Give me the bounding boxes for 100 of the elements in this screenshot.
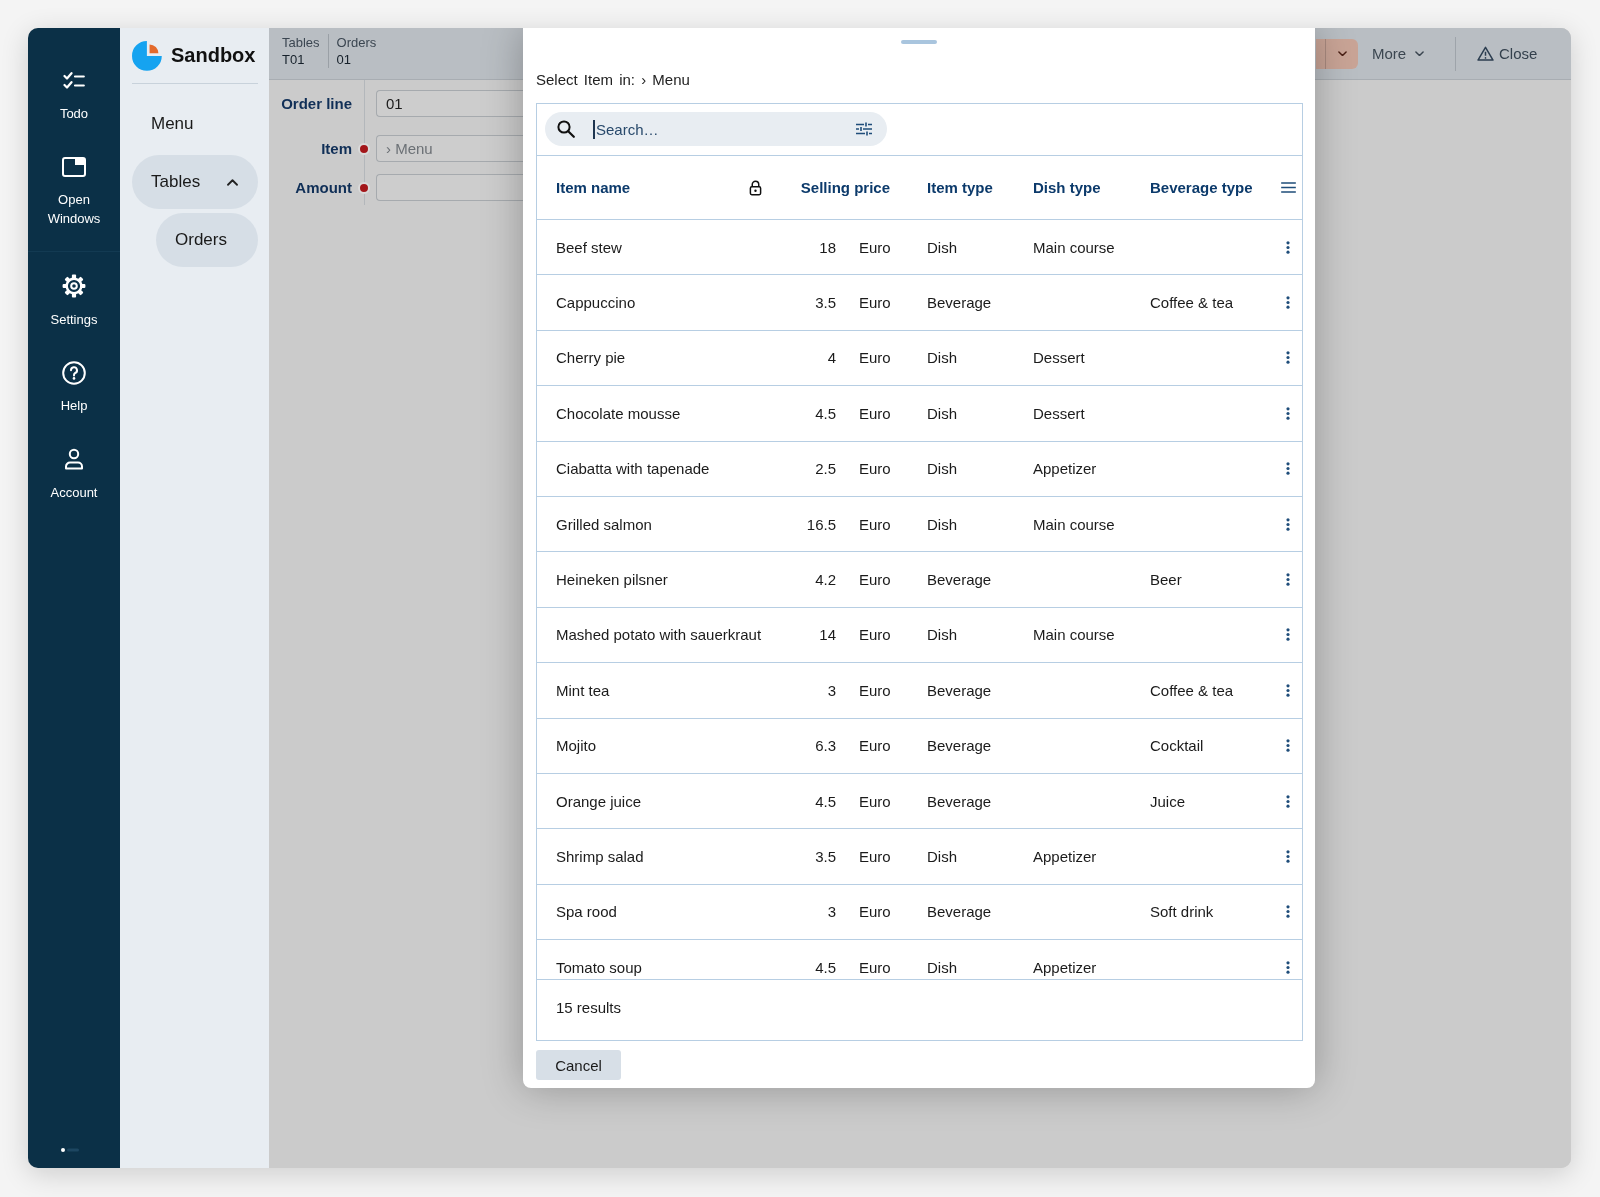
table-cell: 4.5 — [815, 958, 836, 976]
sidebar-item[interactable]: Todo — [28, 52, 120, 139]
table-cell: 3 — [827, 681, 836, 699]
table-cell: Beverage — [927, 903, 992, 921]
breadcrumb-item[interactable]: Tables T01 — [282, 34, 328, 68]
three-dots-icon[interactable] — [1286, 905, 1290, 919]
person-icon — [64, 448, 84, 470]
table-cell: Mint tea — [556, 681, 610, 699]
table-cell: Shrimp salad — [556, 848, 644, 865]
dialog-title: Select Item in: › Menu — [536, 70, 690, 89]
three-dots-icon[interactable] — [1286, 794, 1290, 808]
close-button[interactable]: Close — [1461, 37, 1550, 70]
drag-handle[interactable] — [901, 40, 937, 44]
nav-item[interactable]: Tables — [132, 155, 258, 209]
table-cell: Spa rood — [556, 903, 617, 921]
three-dots-icon[interactable] — [1286, 628, 1290, 642]
three-dots-icon[interactable] — [1286, 462, 1290, 476]
table-cell: Dish — [927, 349, 957, 367]
nav-item[interactable]: Menu — [132, 97, 258, 151]
table-cell: Euro — [859, 792, 891, 810]
table-cell: Ciabatta with tapenade — [556, 460, 710, 478]
menu-icon[interactable] — [1280, 182, 1296, 193]
table-cell: Euro — [859, 349, 891, 367]
checklist-icon — [63, 71, 85, 89]
column-header[interactable]: Item type — [927, 179, 993, 196]
caret-down-icon — [1415, 50, 1425, 57]
table-cell: 18 — [819, 238, 836, 256]
nav-item[interactable]: Orders — [156, 213, 258, 267]
app-name: Sandbox — [171, 44, 256, 67]
column-header[interactable]: Dish type — [1033, 179, 1101, 196]
three-dots-icon[interactable] — [1286, 406, 1290, 420]
column-header[interactable]: Beverage type — [1150, 179, 1253, 196]
table-cell: Beef stew — [556, 238, 622, 256]
table-cell: 4.2 — [815, 571, 836, 589]
table-cell: Soft drink — [1150, 903, 1214, 921]
table-cell: Euro — [859, 737, 891, 755]
table-cell: Juice — [1150, 792, 1186, 810]
table-cell: Beverage — [927, 294, 992, 312]
table-cell: Euro — [859, 903, 891, 921]
caret-down-icon — [1337, 50, 1347, 57]
input-field[interactable]: › Menu — [376, 135, 523, 162]
table-cell: Dish — [927, 238, 957, 256]
help-icon — [62, 360, 86, 385]
sidebar-item[interactable]: Account — [28, 431, 120, 518]
sidebar-item[interactable]: Settings — [28, 258, 120, 345]
dropdown-toggle[interactable] — [1316, 38, 1358, 69]
table-cell: Dish — [927, 958, 957, 976]
three-dots-icon[interactable] — [1286, 960, 1290, 974]
result-count: 15 results — [556, 998, 622, 1017]
input-field[interactable]: 01 — [376, 90, 523, 117]
three-dots-icon[interactable] — [1286, 739, 1290, 753]
table-cell: Cherry pie — [556, 349, 626, 367]
table-cell: Coffee & tea — [1150, 294, 1234, 312]
breadcrumb-item[interactable]: Orders 01 — [327, 34, 385, 68]
table-cell: Beverage — [927, 571, 992, 589]
table-cell: Appetizer — [1033, 848, 1097, 865]
table-cell: Cocktail — [1150, 737, 1204, 755]
table-cell: Beverage — [927, 737, 992, 755]
table-cell: Euro — [859, 571, 891, 589]
three-dots-icon[interactable] — [1286, 240, 1290, 254]
table-cell: Beer — [1150, 571, 1182, 589]
table-cell: Euro — [859, 848, 891, 865]
table-cell: Main course — [1033, 238, 1115, 256]
window-icon — [62, 156, 86, 177]
three-dots-icon[interactable] — [1286, 683, 1290, 697]
table-cell: Beverage — [927, 792, 992, 810]
table-cell: Euro — [859, 626, 891, 644]
column-header[interactable]: Selling price — [800, 179, 890, 196]
table-cell: Dessert — [1033, 349, 1085, 367]
table-cell: Euro — [859, 238, 891, 256]
sidebar-item[interactable]: Help — [28, 344, 120, 431]
search-input[interactable]: Search… — [595, 117, 856, 141]
pie-chart-icon — [132, 40, 162, 71]
table-cell: Dessert — [1033, 404, 1085, 422]
three-dots-icon[interactable] — [1286, 850, 1290, 863]
three-dots-icon[interactable] — [1286, 517, 1290, 531]
table-cell: Main course — [1033, 626, 1115, 644]
sidebar-item[interactable]: Open Windows — [28, 138, 120, 244]
sliders-icon[interactable] — [856, 122, 872, 136]
table-cell: 4 — [827, 349, 836, 367]
table-cell: Euro — [859, 404, 891, 422]
table-cell: Orange juice — [556, 792, 642, 810]
more-button[interactable]: More — [1364, 37, 1450, 70]
table-cell: Euro — [859, 515, 891, 533]
table-cell: 3.5 — [815, 294, 836, 312]
table-cell: 16.5 — [806, 515, 836, 533]
table-cell: Coffee & tea — [1150, 681, 1234, 699]
cancel-button[interactable]: Cancel — [536, 1050, 621, 1080]
three-dots-icon[interactable] — [1286, 296, 1290, 310]
three-dots-icon[interactable] — [1286, 573, 1290, 587]
table-cell: Tomato soup — [556, 958, 642, 976]
table-cell: Grilled salmon — [556, 515, 652, 533]
column-header[interactable]: Item name — [556, 179, 631, 196]
three-dots-icon[interactable] — [1286, 351, 1290, 365]
settings-icon — [62, 274, 86, 298]
table-cell: Mashed potato with sauerkraut — [556, 626, 762, 644]
input-field[interactable] — [376, 174, 523, 201]
warning-icon — [1477, 46, 1494, 61]
table-cell: 2.5 — [815, 460, 836, 478]
search-field[interactable]: Search… — [545, 112, 887, 146]
